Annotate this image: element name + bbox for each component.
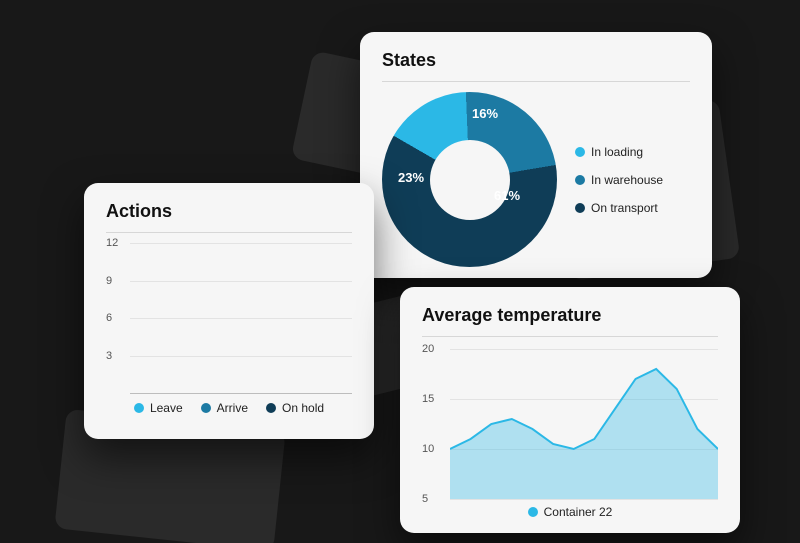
y-tick: 6 [106, 312, 112, 324]
states-legend: In loading In warehouse On transport [575, 145, 663, 215]
states-body: 16% 23% 61% In loading In warehouse On t… [382, 92, 690, 267]
y-tick: 5 [422, 493, 428, 505]
legend-dot [266, 403, 276, 413]
y-tick: 10 [422, 443, 434, 455]
legend-item-leave[interactable]: Leave [134, 401, 183, 415]
divider [422, 336, 718, 337]
actions-title: Actions [106, 201, 352, 222]
states-card: States 16% 23% 61% In loading In warehou… [360, 32, 712, 278]
legend-dot [134, 403, 144, 413]
y-tick: 9 [106, 275, 112, 287]
divider [106, 232, 352, 233]
temperature-card: Average temperature 5101520 Container 22 [400, 287, 740, 533]
actions-bar-chart: 36912 [130, 243, 352, 393]
legend-dot [201, 403, 211, 413]
legend-label: Arrive [217, 401, 248, 415]
y-tick: 20 [422, 343, 434, 355]
temperature-legend: Container 22 [422, 505, 718, 519]
legend-label: In loading [591, 145, 643, 159]
legend-dot [575, 175, 585, 185]
actions-legend: Leave Arrive On hold [106, 401, 352, 415]
states-title: States [382, 50, 690, 71]
y-tick: 15 [422, 393, 434, 405]
legend-label: In warehouse [591, 173, 663, 187]
legend-item-arrive[interactable]: Arrive [201, 401, 248, 415]
donut-hole [430, 140, 510, 220]
dashboard-stage: States 16% 23% 61% In loading In warehou… [0, 0, 800, 543]
slice-label-warehouse: 23% [398, 170, 424, 185]
slice-label-transport: 61% [494, 188, 520, 203]
y-tick: 3 [106, 350, 112, 362]
legend-dot [575, 147, 585, 157]
legend-item-onhold[interactable]: On hold [266, 401, 324, 415]
y-tick: 12 [106, 237, 118, 249]
legend-item-transport[interactable]: On transport [575, 201, 663, 215]
temperature-title: Average temperature [422, 305, 718, 326]
legend-dot [528, 507, 538, 517]
actions-card: Actions 36912 Leave Arrive On hold [84, 183, 374, 439]
states-donut-chart: 16% 23% 61% [382, 92, 557, 267]
legend-label: Container 22 [544, 505, 613, 519]
legend-label: On transport [591, 201, 658, 215]
slice-label-loading: 16% [472, 106, 498, 121]
divider [382, 81, 690, 82]
temperature-area-chart: 5101520 [450, 349, 718, 499]
legend-label: Leave [150, 401, 183, 415]
legend-item-loading[interactable]: In loading [575, 145, 663, 159]
legend-item-warehouse[interactable]: In warehouse [575, 173, 663, 187]
legend-dot [575, 203, 585, 213]
legend-label: On hold [282, 401, 324, 415]
legend-item-container22[interactable]: Container 22 [528, 505, 613, 519]
